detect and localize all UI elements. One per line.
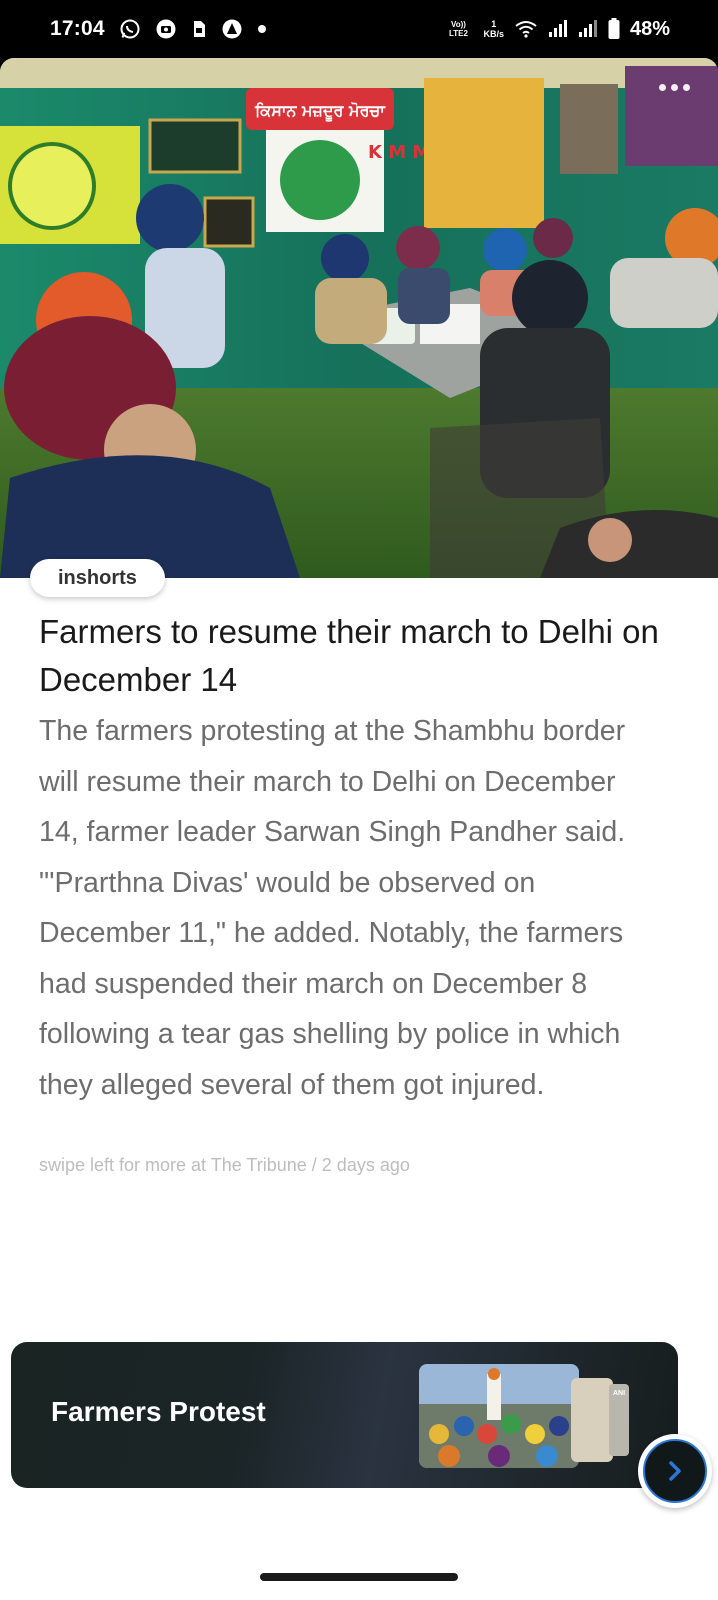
hero-image: ਕਿਸਾਨ ਮਜ਼ਦੂਰ ਮੋਰਚਾ K M M — [0, 58, 718, 578]
article-body: The farmers protesting at the Shambhu bo… — [39, 715, 626, 1101]
battery-percent: 48% — [629, 17, 670, 40]
hero-photo: ਕਿਸਾਨ ਮਜ਼ਦੂਰ ਮੋਰਚਾ K M M — [0, 58, 718, 578]
data-speed: 1 KB/s — [483, 19, 504, 39]
home-indicator[interactable] — [260, 1573, 458, 1581]
article-source-link[interactable]: swipe left for more at The Tribune / 2 d… — [39, 1155, 410, 1176]
dot-icon — [257, 24, 267, 34]
chevron-right-icon — [669, 1461, 681, 1481]
camera-icon — [155, 18, 177, 40]
next-topic-button[interactable] — [638, 1434, 712, 1508]
wifi-icon — [514, 19, 538, 39]
topic-thumbnail — [419, 1364, 579, 1468]
hero-sign-text: ਕਿਸਾਨ ਮਜ਼ਦੂਰ ਮੋਰਚਾ — [254, 101, 386, 122]
topic-thumbnail-2 — [571, 1378, 613, 1462]
status-left: 17:04 — [50, 17, 267, 41]
news-card[interactable]: ਕਿਸਾਨ ਮਜ਼ਦੂਰ ਮੋਰਚਾ K M M inshorts Farmer… — [0, 58, 718, 1556]
whatsapp-icon — [119, 18, 141, 40]
speed-unit: KB/s — [483, 29, 504, 39]
speed-value: 1 — [491, 19, 497, 29]
signal-icon-2 — [578, 20, 598, 38]
source-badge: inshorts — [30, 559, 165, 597]
network-type: Vo)) LTE2 — [443, 20, 473, 38]
status-time: 17:04 — [50, 17, 105, 40]
sim-icon — [191, 20, 207, 38]
battery-icon — [608, 18, 620, 40]
status-bar: 17:04 Vo)) LTE2 1 KB/s 48% — [0, 0, 718, 58]
article-headline: Farmers to resume their march to Delhi o… — [39, 613, 659, 698]
topic-thumbnail-3: ANI — [609, 1384, 629, 1456]
thumb-source-label: ANI — [612, 1390, 626, 1397]
more-options-icon[interactable] — [659, 84, 690, 91]
next-topic-inner — [643, 1439, 707, 1503]
alert-icon — [221, 18, 243, 40]
topic-banner-title: Farmers Protest — [51, 1396, 266, 1427]
network-label: Vo)) LTE2 — [448, 20, 468, 38]
status-right: Vo)) LTE2 1 KB/s 48% — [443, 18, 670, 41]
hero-kmm-text: K M M — [368, 142, 430, 163]
signal-icon — [548, 20, 568, 38]
topic-banner[interactable]: Farmers Protest ANI — [11, 1342, 678, 1488]
